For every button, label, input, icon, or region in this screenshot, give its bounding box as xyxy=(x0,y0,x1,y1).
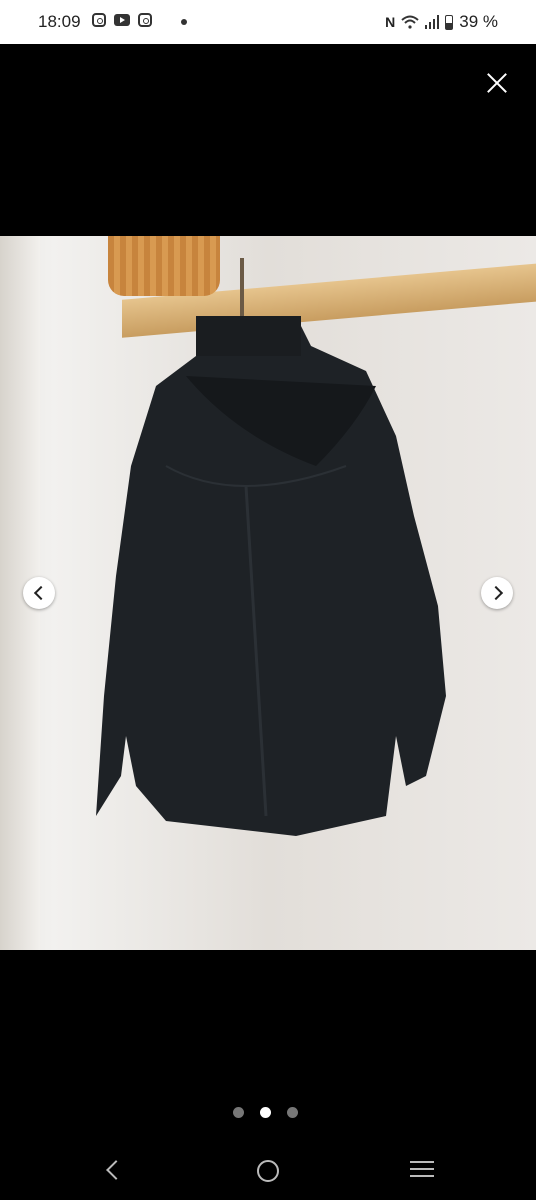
more-notifications-dot-icon xyxy=(181,19,187,25)
youtube-icon xyxy=(114,14,130,26)
recent-apps-button[interactable] xyxy=(410,1161,436,1181)
chevron-right-icon xyxy=(488,585,503,601)
close-button[interactable] xyxy=(482,68,512,98)
home-button[interactable] xyxy=(257,1160,279,1182)
notification-icons xyxy=(92,13,152,27)
pagination-dot-active[interactable] xyxy=(260,1107,271,1118)
wifi-icon xyxy=(401,15,419,29)
image-pagination xyxy=(233,1107,298,1118)
nfc-icon: N xyxy=(385,14,396,30)
previous-image-button[interactable] xyxy=(23,577,55,609)
photo-hanger xyxy=(240,258,244,318)
battery-icon xyxy=(445,14,454,30)
battery-percentage: 39 % xyxy=(459,12,498,31)
signal-icon xyxy=(425,15,440,29)
status-time: 18:09 xyxy=(38,12,81,31)
back-button[interactable] xyxy=(104,1158,124,1182)
pagination-dot[interactable] xyxy=(233,1107,244,1118)
status-bar: 18:09 N 39 % xyxy=(0,0,536,44)
instagram-icon xyxy=(92,13,106,27)
pagination-dot[interactable] xyxy=(287,1107,298,1118)
product-photo[interactable] xyxy=(0,236,536,950)
next-image-button[interactable] xyxy=(481,577,513,609)
status-right: N 39 % xyxy=(385,12,498,32)
chevron-left-icon xyxy=(33,585,48,601)
instagram-icon xyxy=(138,13,152,27)
jacket-image xyxy=(96,316,446,836)
photo-basket xyxy=(108,236,220,296)
